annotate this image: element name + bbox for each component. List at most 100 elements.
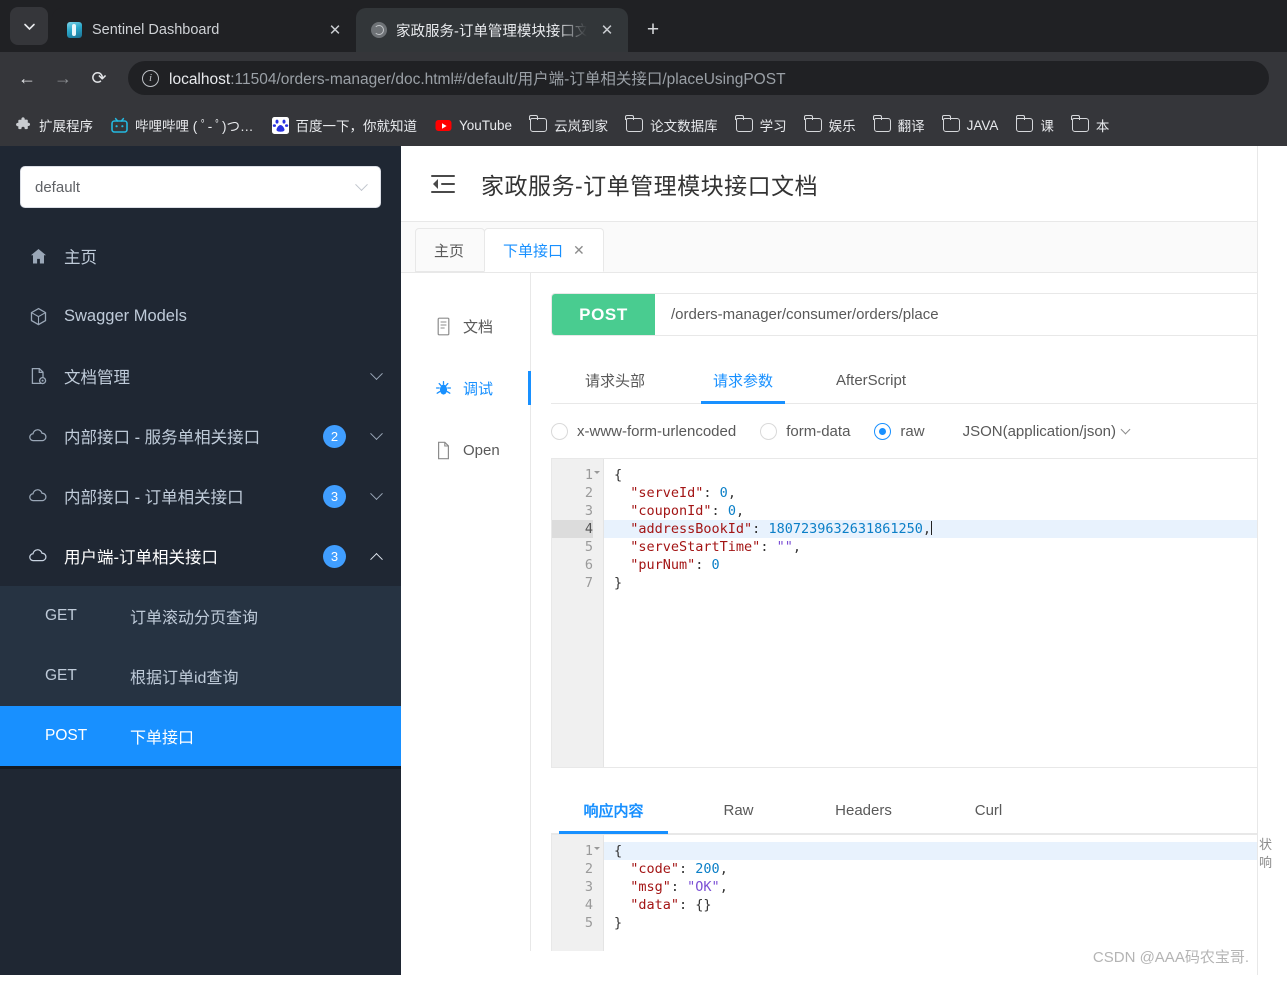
collapse-menu-icon[interactable] [431, 174, 455, 194]
bookmark-extensions[interactable]: 扩展程序 [8, 111, 100, 139]
bookmark-folder-papers[interactable]: 论文数据库 [619, 111, 725, 139]
browser-tab-doc[interactable]: 家政服务-订单管理模块接口文档 ✕ [356, 8, 628, 52]
vtab-open[interactable]: Open [401, 419, 530, 481]
bookmark-bilibili[interactable]: 哔哩哔哩 ( ﾟ- ﾟ)つ… [104, 111, 261, 139]
bookmark-folder-ben[interactable]: 本 [1065, 111, 1117, 139]
watermark: CSDN @AAA码农宝哥. [1092, 949, 1249, 966]
tab-place-order[interactable]: 下单接口 ✕ [484, 228, 604, 272]
chevron-down-icon[interactable] [370, 486, 383, 500]
close-icon[interactable]: ✕ [573, 242, 585, 259]
request-body-editor[interactable]: 12 345 6 7 { "serveId": 0, "couponId": 0, "… [551, 458, 1270, 768]
radio-urlencoded[interactable]: x-www-form-urlencoded [551, 422, 736, 440]
fold-triangle-icon[interactable] [594, 471, 600, 474]
request-editor-code[interactable]: { "serveId": 0, "couponId": 0, "addressB… [604, 459, 1269, 767]
request-editor-gutter: 12 345 6 7 [552, 459, 604, 767]
new-tab-button[interactable]: + [638, 14, 668, 44]
bookmark-folder-yunlan[interactable]: 云岚到家 [523, 111, 615, 139]
tab-request-params[interactable]: 请求参数 [679, 358, 807, 404]
reload-button[interactable]: ⟳ [82, 61, 116, 95]
sidebar-item-home[interactable]: 主页 [0, 226, 401, 286]
tab-label: 主页 [434, 242, 465, 260]
browser-tab-sentinel[interactable]: Sentinel Dashboard ✕ [52, 8, 356, 52]
response-body-editor[interactable]: 12 3 4 5 { "code": 200, "msg": "OK", "data"… [551, 834, 1270, 951]
code-token: "couponId" [614, 503, 712, 519]
api-main-panel: POST /orders-manager/consumer/orders/pla… [531, 273, 1287, 951]
sidebar-api-order-scroll-page[interactable]: GET 订单滚动分页查询 [0, 586, 401, 646]
tab-response-raw[interactable]: Raw [676, 788, 801, 833]
tab-home[interactable]: 主页 [415, 228, 485, 272]
bookmark-folder-java[interactable]: JAVA [936, 114, 1006, 137]
sidebar-item-label: 主页 [64, 249, 97, 267]
code-token: "code" [614, 861, 680, 877]
service-selector[interactable]: default [20, 166, 381, 208]
bookmark-folder-translate[interactable]: 翻译 [867, 111, 932, 139]
chevron-down-icon[interactable] [370, 426, 383, 440]
content-type-select[interactable]: JSON(application/json) [963, 423, 1131, 440]
service-selector-wrap: default [0, 146, 401, 208]
tab-request-headers[interactable]: 请求头部 [551, 358, 679, 403]
sidebar-item-badge: 2 [323, 424, 346, 448]
http-method-label: POST [45, 727, 88, 744]
tab-search-button[interactable] [10, 7, 48, 45]
address-bar[interactable]: i localhost:11504/orders-manager/doc.htm… [128, 61, 1269, 95]
code-line: "serveStartTime": "", [614, 538, 1269, 556]
radio-raw[interactable]: raw [874, 422, 925, 440]
code-token: { [614, 467, 623, 483]
cloud-icon [28, 426, 48, 446]
code-token: : [679, 861, 696, 877]
code-token: } [614, 575, 623, 591]
back-button[interactable]: ← [10, 61, 44, 95]
line-number: 7 [584, 575, 593, 591]
chevron-down-icon[interactable] [370, 366, 383, 380]
tab-title: Sentinel Dashboard [92, 22, 220, 38]
tab-label: 响应内容 [583, 803, 644, 820]
sidebar-item-internal-service-api[interactable]: 内部接口 - 服务单相关接口 2 [0, 406, 401, 466]
line-number: 2 [584, 861, 593, 877]
radio-form-data[interactable]: form-data [760, 422, 850, 440]
sidebar-item-swagger-models[interactable]: Swagger Models [0, 286, 401, 346]
bookmark-folder-ke[interactable]: 课 [1009, 111, 1061, 139]
vtab-document[interactable]: 文档 [401, 295, 530, 357]
sidebar-item-consumer-order-api[interactable]: 用户端-订单相关接口 3 [0, 526, 401, 586]
bookmark-folder-study[interactable]: 学习 [729, 111, 794, 139]
code-line: "data": {} [614, 896, 1269, 914]
bookmark-label: 翻译 [897, 119, 925, 134]
line-number: 5 [584, 539, 593, 555]
vtab-debug[interactable]: 调试 [401, 357, 531, 419]
bookmark-label: 哔哩哔哩 ( ﾟ- ﾟ)つ… [135, 119, 254, 134]
bookmark-label: 本 [1095, 119, 1110, 134]
site-info-icon[interactable]: i [142, 69, 159, 87]
close-icon[interactable]: ✕ [324, 19, 346, 41]
sidebar-item-doc-management[interactable]: 文档管理 [0, 346, 401, 406]
response-tabs: 响应内容 Raw Headers Curl [551, 788, 1270, 834]
code-line: "serveId": 0, [614, 484, 1269, 502]
forward-button[interactable]: → [46, 61, 80, 95]
bookmark-youtube[interactable]: YouTube [428, 113, 519, 138]
bookmark-folder-entertainment[interactable]: 娱乐 [798, 111, 863, 139]
fold-triangle-icon[interactable] [594, 847, 600, 850]
sidebar-item-label: 用户端-订单相关接口 [64, 549, 218, 567]
tab-response-headers[interactable]: Headers [801, 788, 926, 833]
line-number: 6 [584, 557, 593, 573]
tab-after-script[interactable]: AfterScript [807, 358, 935, 403]
sidebar-api-order-by-id[interactable]: GET 根据订单id查询 [0, 646, 401, 706]
bookmark-label: 论文数据库 [650, 119, 718, 134]
code-line: "code": 200, [614, 860, 1269, 878]
request-url-input[interactable]: /orders-manager/consumer/orders/place [655, 294, 1287, 335]
body-type-radio-group: x-www-form-urlencoded form-data raw JSON… [551, 404, 1287, 458]
browser-window: Sentinel Dashboard ✕ 家政服务-订单管理模块接口文档 ✕ +… [0, 0, 1287, 983]
code-token: : [711, 503, 728, 519]
sidebar-api-place-order[interactable]: POST 下单接口 [0, 706, 401, 766]
tab-response-body[interactable]: 响应内容 [551, 788, 676, 834]
response-editor-gutter: 12 3 4 5 [552, 835, 604, 951]
request-editor-scrollbar[interactable] [1261, 460, 1268, 766]
bookmark-baidu[interactable]: 百度一下，你就知道 [265, 111, 425, 139]
line-number: 3 [584, 503, 593, 519]
tab-response-curl[interactable]: Curl [926, 788, 1051, 833]
code-token: : [752, 521, 769, 537]
sidebar-item-internal-order-api[interactable]: 内部接口 - 订单相关接口 3 [0, 466, 401, 526]
chevron-up-icon[interactable] [370, 552, 383, 566]
close-icon[interactable]: ✕ [596, 19, 618, 41]
browser-tabstrip: Sentinel Dashboard ✕ 家政服务-订单管理模块接口文档 ✕ + [0, 0, 1287, 52]
folder-icon [1071, 114, 1089, 132]
